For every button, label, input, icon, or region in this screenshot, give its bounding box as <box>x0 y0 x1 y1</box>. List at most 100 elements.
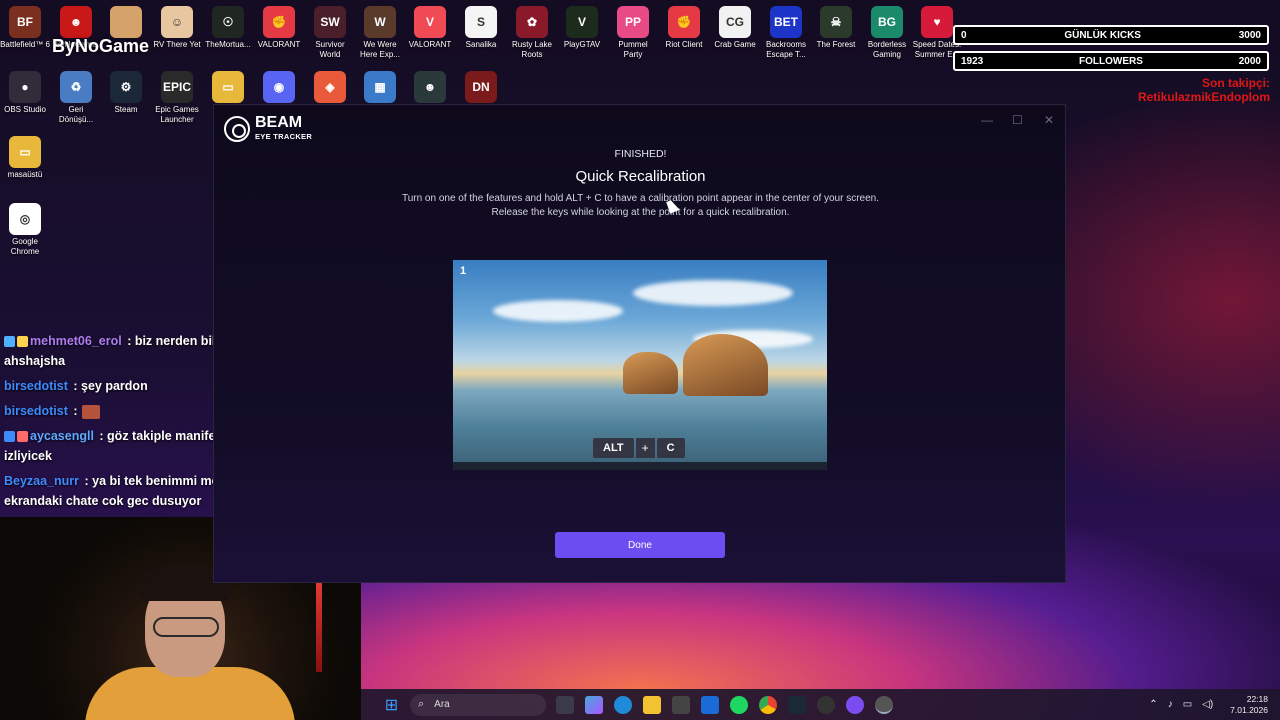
desktop-icon-label: Survivor World <box>315 40 345 59</box>
desktop-icon[interactable]: ✊ Riot Client <box>659 2 709 50</box>
minimize-button[interactable]: — <box>981 113 993 127</box>
desktop-icon[interactable]: ☺ RV There Yet <box>152 2 202 50</box>
desktop-icon[interactable]: BF Battlefield™ 6 <box>0 2 50 50</box>
obs-icon[interactable] <box>816 695 835 714</box>
app-icon: ◉ <box>263 71 295 103</box>
app-icon: W <box>364 6 396 38</box>
chat-username: aycasengll <box>30 429 94 443</box>
close-button[interactable]: ✕ <box>1044 113 1054 127</box>
desktop-icon[interactable]: S Sanalika <box>456 2 506 50</box>
followers-current: 1923 <box>961 55 984 67</box>
desktop-icon[interactable]: DN <box>456 67 506 105</box>
task-view-icon[interactable] <box>555 695 574 714</box>
app-icon: BF <box>9 6 41 38</box>
desktop-icon[interactable]: ▦ <box>355 67 405 105</box>
desktop-icon[interactable]: ☠ The Forest <box>811 2 861 50</box>
kicks-current: 0 <box>961 29 967 41</box>
chat-badge-icon <box>4 431 15 443</box>
app-icon: ✿ <box>516 6 548 38</box>
alt-key: ALT <box>593 438 634 458</box>
desktop-icon[interactable]: SW Survivor World <box>305 2 355 60</box>
search-icon: ⌕ <box>418 698 425 710</box>
desktop-icon[interactable]: ⚙ Steam <box>101 67 151 115</box>
chat-text: : <box>69 404 78 418</box>
chrome-icon[interactable] <box>758 695 777 714</box>
chat-emote-icon <box>81 404 100 419</box>
app-icon: ☻ <box>60 6 92 38</box>
done-button[interactable]: Done <box>555 532 725 558</box>
c-key: C <box>656 438 685 458</box>
beam-taskbar-icon[interactable] <box>874 695 893 714</box>
desktop-icon[interactable] <box>101 2 151 40</box>
shortcut-keys: ALT + C <box>593 438 685 458</box>
desktop-icon-label: masaüstü <box>7 170 43 179</box>
recalibration-preview-image: 1 ALT + C <box>453 260 827 470</box>
maximize-button[interactable]: ☐ <box>1012 113 1023 127</box>
app-icon: ☻ <box>414 71 446 103</box>
app-icon: ◎ <box>9 203 41 235</box>
edge-icon[interactable] <box>613 695 632 714</box>
app-icon: V <box>414 6 446 38</box>
desktop-icon[interactable]: ◉ <box>254 67 304 105</box>
app-icon: EPIC <box>161 71 193 103</box>
mail-icon[interactable] <box>700 695 719 714</box>
desktop-icon[interactable]: EPIC Epic Games Launcher <box>152 67 202 125</box>
cam-glasses <box>153 617 219 637</box>
app-icon: S <box>465 6 497 38</box>
followers-goal: 2000 <box>1238 55 1261 67</box>
app-icon: CG <box>719 6 751 38</box>
desktop-icon[interactable]: PP Pummel Party <box>608 2 658 60</box>
clock-time: 22:18 <box>1246 693 1268 704</box>
channel-brand: ByNoGame <box>52 36 150 56</box>
desktop-icon-label: We Were Here Exp... <box>359 40 400 59</box>
app-icon: ✊ <box>263 6 295 38</box>
clock[interactable]: 22:18 7.01.2026 <box>1230 694 1268 716</box>
desktop-icon[interactable]: ✊ VALORANT <box>254 2 304 50</box>
desktop-icon[interactable]: ◈ <box>305 67 355 105</box>
desktop-icon[interactable]: BET Backrooms Escape T... <box>761 2 811 60</box>
network-icon[interactable]: ▭ <box>1183 699 1192 710</box>
desktop-icon-label: OBS Studio <box>4 105 46 114</box>
preview-step-number: 1 <box>460 265 467 277</box>
store-icon[interactable] <box>671 695 690 714</box>
desktop-icon[interactable]: ◎ Google Chrome <box>0 199 50 257</box>
desktop-icon[interactable]: ☉ TheMortua... <box>203 2 253 50</box>
microphone-icon[interactable]: ♪ <box>1168 699 1173 710</box>
app-icon: BG <box>871 6 903 38</box>
desktop-icon[interactable]: ● OBS Studio <box>0 67 50 115</box>
desktop-icon[interactable]: BG Borderless Gaming <box>862 2 912 60</box>
desktop-icon[interactable]: V PlayGTAV <box>557 2 607 50</box>
steam-icon[interactable] <box>787 695 806 714</box>
desktop-icon[interactable]: CG Crab Game <box>710 2 760 50</box>
file-explorer-icon[interactable] <box>642 695 661 714</box>
app-logo: BEAM EYE TRACKER <box>224 115 312 142</box>
desktop-icon-label: Steam <box>114 105 138 114</box>
chat-badge-icon <box>17 336 28 348</box>
taskbar-search[interactable]: ⌕ Ara <box>410 693 546 716</box>
desktop-icon[interactable]: ☻ <box>405 67 455 105</box>
desktop-icon[interactable]: V VALORANT <box>405 2 455 50</box>
volume-icon[interactable]: ◁) <box>1202 699 1213 710</box>
cloud-shape <box>633 280 793 306</box>
status-text: FINISHED! <box>614 148 667 160</box>
spotify-icon[interactable] <box>729 695 748 714</box>
copilot-icon[interactable] <box>584 695 603 714</box>
app-icon: PP <box>617 6 649 38</box>
app-icon: ☺ <box>161 6 193 38</box>
start-menu-icon[interactable]: ⊞ <box>383 696 401 714</box>
desktop-icon[interactable]: ♻ Geri Dönüşü... <box>51 67 101 125</box>
desktop-icon[interactable]: W We Were Here Exp... <box>355 2 405 60</box>
desktop-icon-label: Rusty Lake Roots <box>511 40 553 59</box>
desktop-icon-label: Riot Client <box>665 40 703 49</box>
windows-taskbar: ⊞ ⌕ Ara ⌃ ♪ ▭ ◁) 22:18 7.01.2026 <box>361 689 1280 720</box>
kicks-goal: 3000 <box>1238 29 1261 41</box>
chevron-up-icon[interactable]: ⌃ <box>1149 699 1157 710</box>
cloud-shape <box>493 300 623 322</box>
desktop-icon-label: Crab Game <box>714 40 756 49</box>
chat-username: birsedotist <box>4 379 68 393</box>
desktop-icon[interactable]: ▭ masaüstü <box>0 132 50 180</box>
desktop-icon[interactable]: ✿ Rusty Lake Roots <box>507 2 557 60</box>
followers-goal-bar: 1923 FOLLOWERS 2000 <box>953 51 1269 71</box>
app-icon[interactable] <box>845 695 864 714</box>
chat-text: : şey pardon <box>69 379 148 393</box>
